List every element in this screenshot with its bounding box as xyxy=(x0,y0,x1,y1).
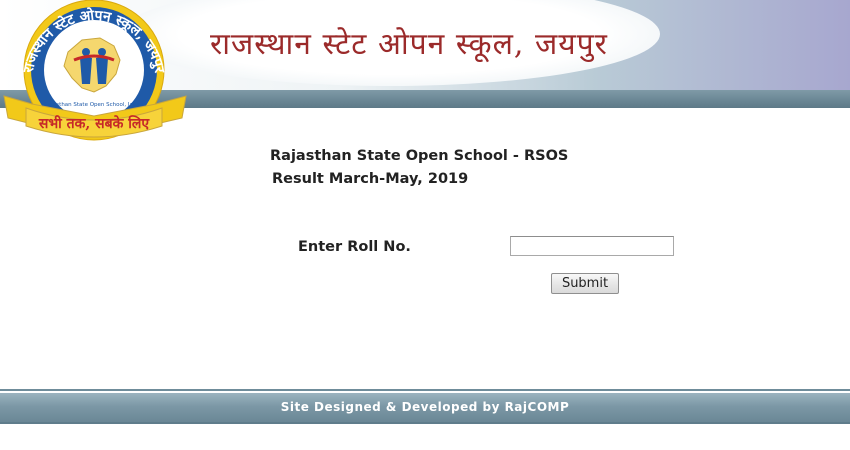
footer-divider xyxy=(0,389,850,391)
logo-ribbon-text: सभी तक, सबके लिए xyxy=(38,115,150,132)
site-title: राजस्थान स्टेट ओपन स्कूल, जयपुर xyxy=(210,27,608,62)
rsos-logo: राजस्थान स्टेट ओपन स्कूल, जयपुर Rajastha… xyxy=(2,0,188,150)
result-session-label: Result March-May, 2019 xyxy=(272,171,469,187)
rsos-logo-graphic: राजस्थान स्टेट ओपन स्कूल, जयपुर Rajastha… xyxy=(3,0,187,141)
footer-credit-text: Site Designed & Developed by RajCOMP xyxy=(280,400,570,414)
school-name-heading: Rajasthan State Open School - RSOS xyxy=(270,148,569,164)
logo-inner-text: Rajasthan State Open School, Jaipur xyxy=(44,102,144,108)
rsos-result-page: राजस्थान स्टेट ओपन स्कूल, जयपुर राजस्थान… xyxy=(0,0,850,450)
roll-number-input[interactable] xyxy=(510,236,674,256)
roll-number-label: Enter Roll No. xyxy=(298,239,411,255)
site-footer: Site Designed & Developed by RajCOMP xyxy=(0,393,850,424)
submit-button[interactable]: Submit xyxy=(551,273,619,294)
